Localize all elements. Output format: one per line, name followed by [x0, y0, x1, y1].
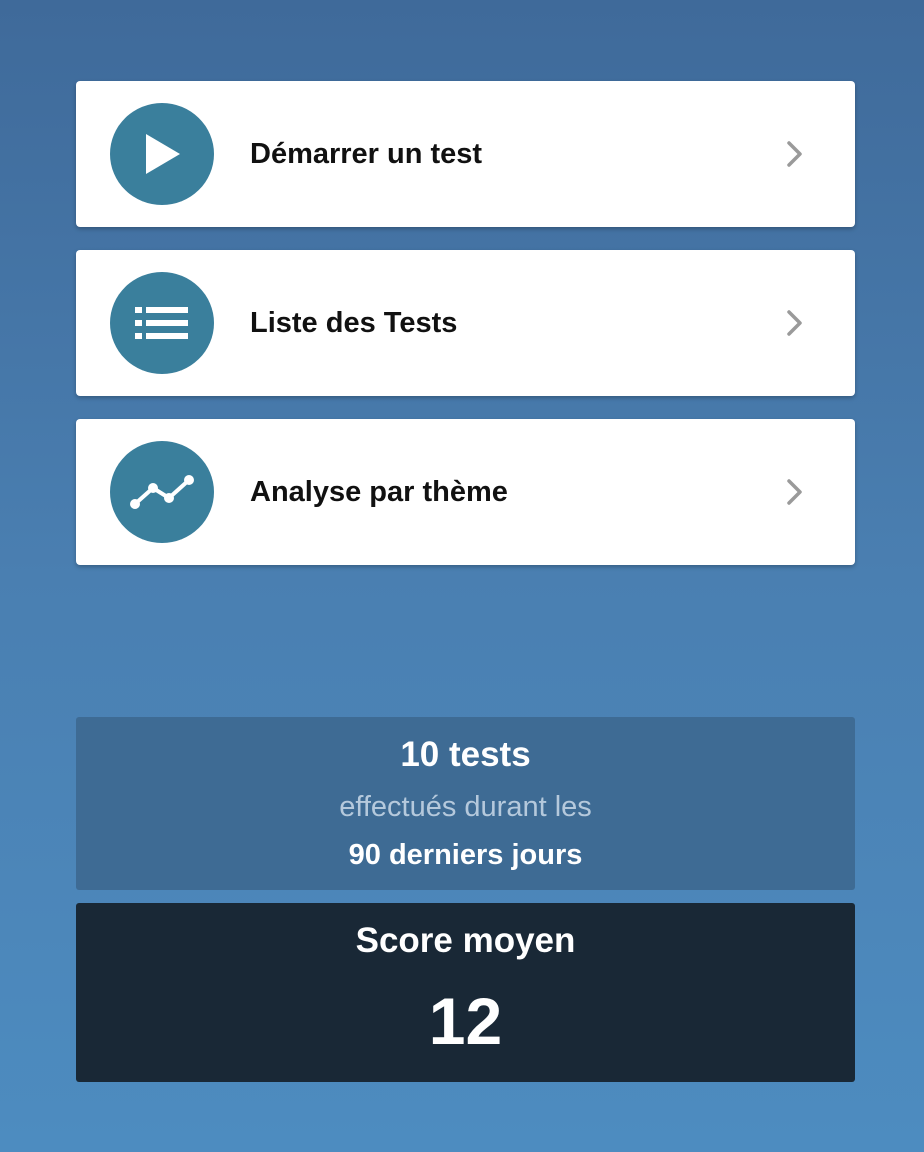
tests-count: 10 tests [400, 735, 531, 774]
tests-stats-period: 90 derniers jours [348, 839, 583, 871]
theme-analysis-card[interactable]: Analyse par thème [76, 419, 855, 565]
list-icon [110, 272, 214, 374]
start-test-label: Démarrer un test [250, 138, 483, 170]
chevron-right-icon [778, 138, 810, 170]
chevron-right-icon [778, 307, 810, 339]
start-test-card[interactable]: Démarrer un test [76, 81, 855, 227]
tests-stats-subtitle: effectués durant les [339, 791, 592, 823]
chevron-right-icon [778, 476, 810, 508]
average-score-label: Score moyen [355, 921, 576, 960]
theme-analysis-label: Analyse par thème [250, 476, 508, 508]
average-score-panel: Score moyen 12 [76, 903, 855, 1082]
tests-stats-panel: 10 tests effectués durant les 90 dernier… [76, 717, 855, 890]
test-list-label: Liste des Tests [250, 307, 458, 339]
play-icon [110, 103, 214, 205]
test-list-card[interactable]: Liste des Tests [76, 250, 855, 396]
trend-line-icon [110, 441, 214, 543]
average-score-value: 12 [428, 984, 503, 1058]
